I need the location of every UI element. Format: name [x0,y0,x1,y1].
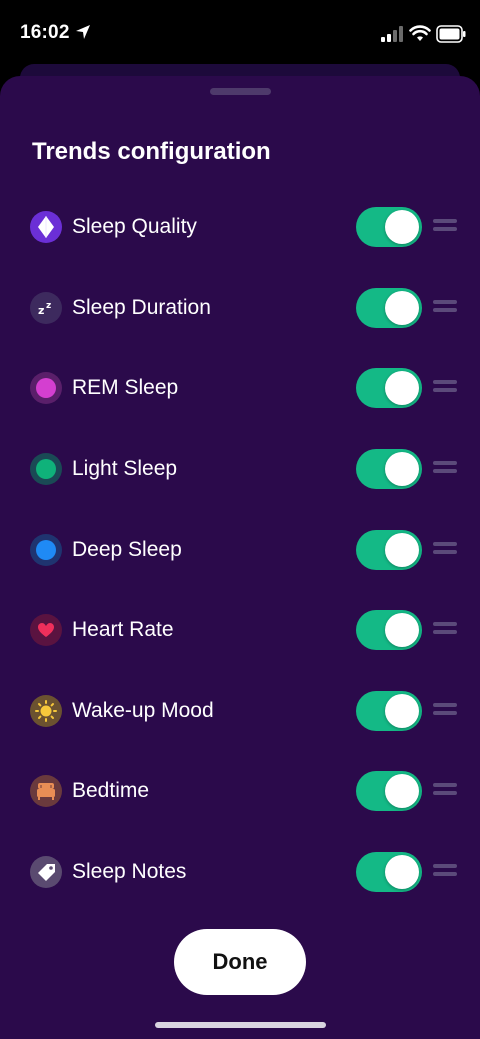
tag-icon [30,856,62,888]
drag-handle-icon[interactable] [433,783,457,797]
sheet-title: Trends configuration [32,138,271,165]
toggle-knob [385,694,419,728]
toggle-deep-sleep[interactable] [356,530,422,570]
toggle-knob [385,613,419,647]
sheet-grabber[interactable] [210,88,271,95]
item-label: Deep Sleep [72,538,182,561]
item-label: Wake-up Mood [72,699,214,722]
list-item-bedtime: Bedtime [0,761,480,821]
drag-handle-icon[interactable] [433,380,457,394]
toggle-knob [385,533,419,567]
drag-handle-icon[interactable] [433,864,457,878]
toggle-light-sleep[interactable] [356,449,422,489]
drag-handle-icon[interactable] [433,219,457,233]
toggle-rem-sleep[interactable] [356,368,422,408]
list-item-sleep-duration: z z Sleep Duration [0,278,480,338]
home-indicator [155,1022,326,1028]
light-sleep-icon [30,453,62,485]
done-button[interactable]: Done [174,929,306,995]
item-label: Light Sleep [72,457,178,480]
list-item-light-sleep: Light Sleep [0,439,480,499]
location-arrow-icon [76,25,90,39]
list-item-deep-sleep: Deep Sleep [0,520,480,580]
sleep-quality-icon [30,211,62,243]
sun-icon [30,695,62,727]
toggle-knob [385,774,419,808]
deep-sleep-icon [30,534,62,566]
heart-icon [30,614,62,646]
drag-handle-icon[interactable] [433,622,457,636]
toggle-bedtime[interactable] [356,771,422,811]
battery-icon [436,25,466,43]
svg-text:z: z [46,301,51,311]
status-time: 16:02 [20,22,70,43]
toggle-knob [385,452,419,486]
item-label: Heart Rate [72,618,174,641]
toggle-wake-up-mood[interactable] [356,691,422,731]
toggle-knob [385,210,419,244]
rem-sleep-icon [30,372,62,404]
bed-icon [30,775,62,807]
cellular-signal-icon [381,26,403,42]
drag-handle-icon[interactable] [433,542,457,556]
list-item-heart-rate: Heart Rate [0,600,480,660]
toggle-knob [385,291,419,325]
item-label: REM Sleep [72,376,179,399]
status-bar: 16:02 [0,0,480,64]
item-label: Sleep Quality [72,215,197,238]
toggle-sleep-quality[interactable] [356,207,422,247]
item-label: Sleep Notes [72,860,187,883]
drag-handle-icon[interactable] [433,703,457,717]
toggle-knob [385,855,419,889]
toggle-heart-rate[interactable] [356,610,422,650]
item-label: Bedtime [72,779,150,802]
wifi-icon [409,25,431,41]
item-label: Sleep Duration [72,296,211,319]
sleep-duration-icon: z z [30,292,62,324]
list-item-wake-up-mood: Wake-up Mood [0,681,480,741]
svg-text:z: z [38,304,44,317]
toggle-knob [385,371,419,405]
toggle-sleep-notes[interactable] [356,852,422,892]
toggle-sleep-duration[interactable] [356,288,422,328]
list-item-sleep-quality: Sleep Quality [0,197,480,257]
list-item-sleep-notes: Sleep Notes [0,842,480,902]
list-item-rem-sleep: REM Sleep [0,358,480,418]
drag-handle-icon[interactable] [433,461,457,475]
drag-handle-icon[interactable] [433,300,457,314]
